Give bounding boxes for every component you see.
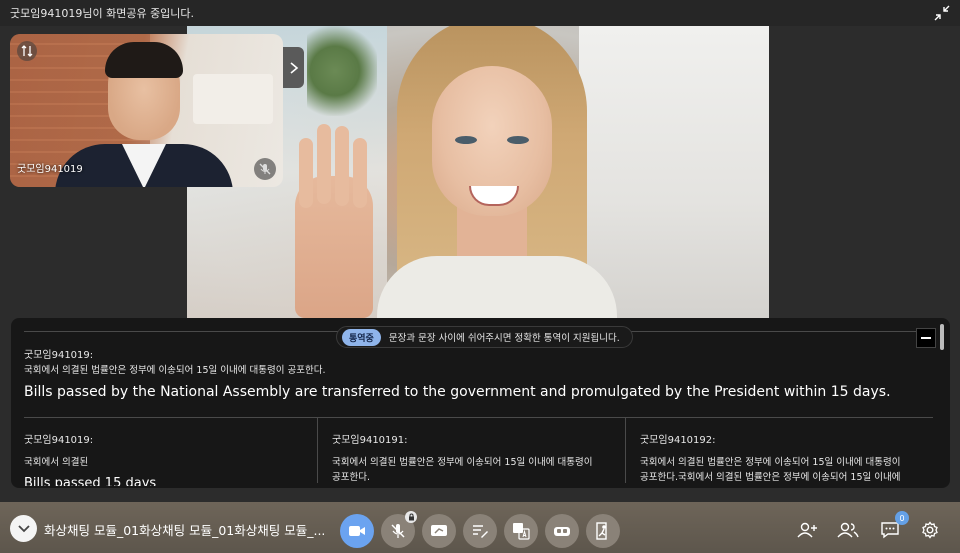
mic-muted-icon [391, 524, 405, 538]
bottom-toolbar: 화상채팅 모듈_01화상채팅 모듈_01화상채팅 모듈_... 0 [0, 502, 960, 553]
chevron-down-icon [17, 524, 30, 532]
screen-share-icon [431, 525, 447, 536]
meeting-title: 화상채팅 모듈_01화상채팅 모듈_01화상채팅 모듈_... [44, 523, 326, 538]
interpreting-badge: 통역중 [342, 328, 381, 346]
translate-button[interactable] [504, 514, 538, 548]
interpretation-notice: 문장과 문장 사이에 쉬어주시면 정확한 통역이 지원됩니다. [388, 333, 620, 344]
vr-headset-icon [554, 527, 570, 536]
pip-participant-name: 굿모임941019 [17, 164, 83, 175]
pip-next-button[interactable] [283, 47, 304, 88]
column-korean-text: 국회에서 의결된 [24, 457, 89, 468]
settings-button[interactable] [918, 518, 942, 542]
lock-icon [405, 511, 417, 523]
scrollbar[interactable] [940, 324, 944, 350]
column-divider [625, 418, 626, 483]
virtual-background-button[interactable] [545, 514, 579, 548]
screen-share-button[interactable] [422, 514, 456, 548]
exit-fullscreen-icon[interactable] [934, 5, 950, 21]
collapse-button[interactable] [10, 515, 37, 542]
column-english-text: Bills passed 15 days [24, 476, 157, 486]
minus-icon [921, 337, 931, 339]
share-notice-bar: 굿모임941019님이 화면공유 중입니다. [0, 0, 960, 26]
leave-button[interactable] [586, 514, 620, 548]
self-video-pip[interactable]: 굿모임941019 [10, 34, 283, 187]
interpretation-header: 통역중 문장과 문장 사이에 쉬어주시면 정확한 통역이 지원됩니다. [336, 326, 633, 348]
column-divider [317, 418, 318, 483]
chat-count-badge: 0 [895, 511, 909, 525]
column-korean-text: 국회에서 의결된 법률안은 정부에 이송되어 15일 이내에 대통령이 공포한다… [332, 457, 593, 483]
divider [24, 417, 933, 418]
mic-toggle-button[interactable] [381, 511, 417, 548]
transcript-column: 굿모임941019: 국회에서 의결된 Bills passed 15 days [24, 431, 294, 486]
transcript-column: 굿모임9410192: 국회에서 의결된 법률안은 정부에 이송되어 15일 이… [640, 431, 910, 485]
interpretation-panel: 통역중 문장과 문장 사이에 쉬어주시면 정확한 통역이 지원됩니다. 굿모임9… [11, 318, 950, 488]
translate-icon [513, 523, 530, 540]
transcript-column: 굿모임9410191: 국회에서 의결된 법률안은 정부에 이송되어 15일 이… [332, 431, 602, 485]
video-camera-icon [349, 526, 365, 536]
main-korean-text: 국회에서 의결된 법률안은 정부에 이송되어 15일 이내에 대통령이 공포한다… [24, 365, 326, 376]
exit-door-icon [596, 522, 607, 540]
notes-button[interactable] [463, 514, 497, 548]
gear-icon [922, 521, 938, 539]
invite-participant-button[interactable] [796, 518, 820, 542]
participants-button[interactable] [836, 518, 860, 542]
column-speaker: 굿모임9410192: [640, 435, 716, 446]
mic-muted-icon [254, 158, 276, 180]
users-icon [837, 522, 859, 538]
add-user-icon [797, 522, 817, 538]
chevron-right-icon [289, 61, 298, 74]
video-stage: 굿모임941019 통역중 문장과 문장 사이에 쉬어주시면 정확한 통역이 지… [0, 26, 960, 502]
column-speaker: 굿모임9410191: [332, 435, 408, 446]
swap-video-icon[interactable] [17, 41, 37, 61]
main-speaker: 굿모임941019: [24, 350, 94, 361]
column-korean-text: 국회에서 의결된 법률안은 정부에 이송되어 15일 이내에 대통령이 공포한다… [640, 457, 901, 483]
main-english-text: Bills passed by the National Assembly ar… [24, 384, 891, 400]
column-speaker: 굿모임941019: [24, 435, 94, 446]
document-edit-icon [473, 525, 488, 538]
camera-toggle-button[interactable] [340, 514, 374, 548]
minimize-panel-button[interactable] [916, 328, 936, 348]
share-notice-text: 굿모임941019님이 화면공유 중입니다. [10, 7, 195, 20]
